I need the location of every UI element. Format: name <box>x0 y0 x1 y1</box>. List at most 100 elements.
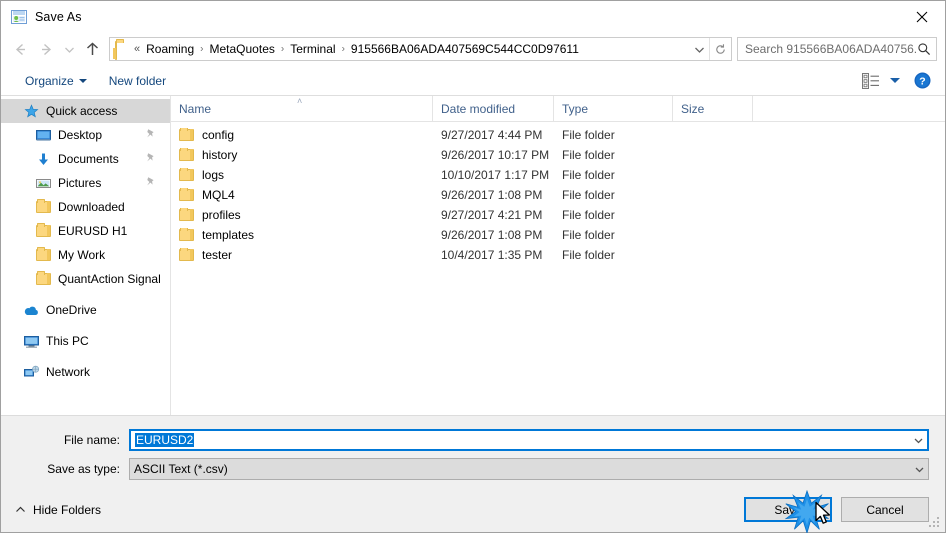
column-header-label: Size <box>681 101 705 116</box>
column-header-label: Type <box>562 101 589 116</box>
table-row[interactable]: config 9/27/2017 4:44 PM File folder <box>171 125 945 145</box>
desktop-icon <box>35 127 51 143</box>
column-header-name[interactable]: Name ˄ <box>171 96 433 121</box>
forward-button[interactable] <box>33 36 59 62</box>
breadcrumb-overflow[interactable]: « <box>134 43 142 55</box>
save-button-label: Save <box>774 502 802 517</box>
folder-icon <box>35 223 51 239</box>
table-row[interactable]: MQL4 9/26/2017 1:08 PM File folder <box>171 185 945 205</box>
sidebar-item-label: Desktop <box>58 128 103 142</box>
organize-button[interactable]: Organize <box>17 71 95 91</box>
close-button[interactable] <box>899 1 945 32</box>
search-input[interactable]: Search 915566BA06ADA40756... <box>745 42 916 56</box>
address-bar[interactable]: « Roaming › MetaQuotes › Terminal › 9155… <box>109 37 732 61</box>
file-type: File folder <box>562 208 615 222</box>
view-mode-button[interactable] <box>859 72 883 89</box>
file-date: 9/26/2017 10:17 PM <box>441 148 550 162</box>
sidebar-item-label: Network <box>46 365 91 379</box>
organize-label: Organize <box>25 73 74 88</box>
file-name-cell: templates <box>171 228 433 242</box>
up-button[interactable] <box>79 36 105 62</box>
sidebar-item-downloaded[interactable]: Downloaded <box>1 195 170 219</box>
breadcrumb-item-metaquotes[interactable]: MetaQuotes <box>206 42 279 56</box>
save-as-type-select[interactable]: ASCII Text (*.csv) <box>129 458 929 480</box>
save-button[interactable]: Save <box>744 497 832 522</box>
sidebar-item-network[interactable]: Network <box>1 360 170 384</box>
sidebar-item-desktop[interactable]: Desktop <box>1 123 170 147</box>
file-name: history <box>202 148 238 162</box>
chevron-down-icon <box>64 47 74 53</box>
column-header-filler <box>753 96 945 121</box>
command-bar: Organize New folder ? <box>1 66 945 96</box>
save-as-type-value: ASCII Text (*.csv) <box>134 462 228 476</box>
file-name-dropdown-button[interactable] <box>910 431 927 449</box>
breadcrumb-separator-icon[interactable]: › <box>198 43 205 54</box>
search-box[interactable]: Search 915566BA06ADA40756... <box>737 37 937 61</box>
file-type: File folder <box>562 168 615 182</box>
sort-ascending-icon: ˄ <box>297 96 303 106</box>
breadcrumb-separator-icon[interactable]: › <box>340 43 347 54</box>
address-dropdown-button[interactable] <box>689 38 709 60</box>
file-date: 9/27/2017 4:21 PM <box>441 208 543 222</box>
sidebar-item-onedrive[interactable]: OneDrive <box>1 298 170 322</box>
sidebar-item-this-pc[interactable]: This PC <box>1 329 170 353</box>
breadcrumb: « Roaming › MetaQuotes › Terminal › 9155… <box>134 42 689 56</box>
file-date: 9/27/2017 4:44 PM <box>441 128 543 142</box>
hide-folders-button[interactable]: Hide Folders <box>15 503 101 517</box>
folder-icon <box>179 188 194 201</box>
dialog-footer: Hide Folders Save Cancel <box>1 487 945 532</box>
folder-icon <box>179 128 194 141</box>
file-name: templates <box>202 228 255 242</box>
table-row[interactable]: history 9/26/2017 10:17 PM File folder <box>171 145 945 165</box>
sidebar-item-my-work[interactable]: My Work <box>1 243 170 267</box>
breadcrumb-item-terminal[interactable]: Terminal <box>286 42 339 56</box>
back-button[interactable] <box>7 36 33 62</box>
sidebar-item-quantaction-signal[interactable]: QuantAction Signal <box>1 267 170 291</box>
breadcrumb-item-roaming[interactable]: Roaming <box>142 42 198 56</box>
hide-folders-label: Hide Folders <box>33 502 102 517</box>
help-button[interactable]: ? <box>914 72 931 89</box>
chevron-down-icon <box>694 47 704 53</box>
breadcrumb-item-guid[interactable]: 915566BA06ADA407569C544CC0D97611 <box>347 42 583 56</box>
file-date: 9/26/2017 1:08 PM <box>441 188 543 202</box>
table-row[interactable]: logs 10/10/2017 1:17 PM File folder <box>171 165 945 185</box>
sidebar-item-quick-access[interactable]: Quick access <box>1 99 170 123</box>
chevron-down-icon <box>78 78 87 83</box>
new-folder-button[interactable]: New folder <box>101 71 174 91</box>
view-dropdown-button[interactable] <box>890 78 900 83</box>
column-header-size[interactable]: Size <box>673 96 753 121</box>
svg-text:?: ? <box>919 75 925 87</box>
column-header-type[interactable]: Type <box>554 96 673 121</box>
refresh-button[interactable] <box>709 38 731 60</box>
sidebar-item-eurusd-h1[interactable]: EURUSD H1 <box>1 219 170 243</box>
table-row[interactable]: tester 10/4/2017 1:35 PM File folder <box>171 245 945 265</box>
recent-locations-button[interactable] <box>59 36 79 62</box>
navigation-pane: Quick access Desktop Documents Pictures … <box>1 96 171 415</box>
sidebar-item-label: Documents <box>58 152 119 166</box>
sidebar-item-label: Pictures <box>58 176 102 190</box>
pictures-icon <box>35 175 51 191</box>
file-name: profiles <box>202 208 241 222</box>
file-name-input[interactable]: EURUSD2 <box>129 429 929 451</box>
sidebar-item-documents[interactable]: Documents <box>1 147 170 171</box>
sidebar-item-label: My Work <box>58 248 106 262</box>
resize-grip-icon[interactable] <box>929 517 941 529</box>
file-name-cell: history <box>171 148 433 162</box>
sidebar-item-pictures[interactable]: Pictures <box>1 171 170 195</box>
table-row[interactable]: templates 9/26/2017 1:08 PM File folder <box>171 225 945 245</box>
file-date: 10/4/2017 1:35 PM <box>441 248 543 262</box>
file-type: File folder <box>562 148 615 162</box>
column-header-date-modified[interactable]: Date modified <box>433 96 554 121</box>
file-name-value[interactable]: EURUSD2 <box>131 433 910 447</box>
cancel-button[interactable]: Cancel <box>841 497 929 522</box>
file-rows: config 9/27/2017 4:44 PM File folder his… <box>171 122 945 415</box>
breadcrumb-separator-icon[interactable]: › <box>279 43 286 54</box>
save-as-type-dropdown-button[interactable] <box>911 459 928 479</box>
file-date: 9/26/2017 1:08 PM <box>441 228 543 242</box>
folder-icon <box>115 41 131 60</box>
folder-icon <box>179 248 194 261</box>
folder-icon <box>179 148 194 161</box>
table-row[interactable]: profiles 9/27/2017 4:21 PM File folder <box>171 205 945 225</box>
column-header-label: Date modified <box>441 101 516 116</box>
